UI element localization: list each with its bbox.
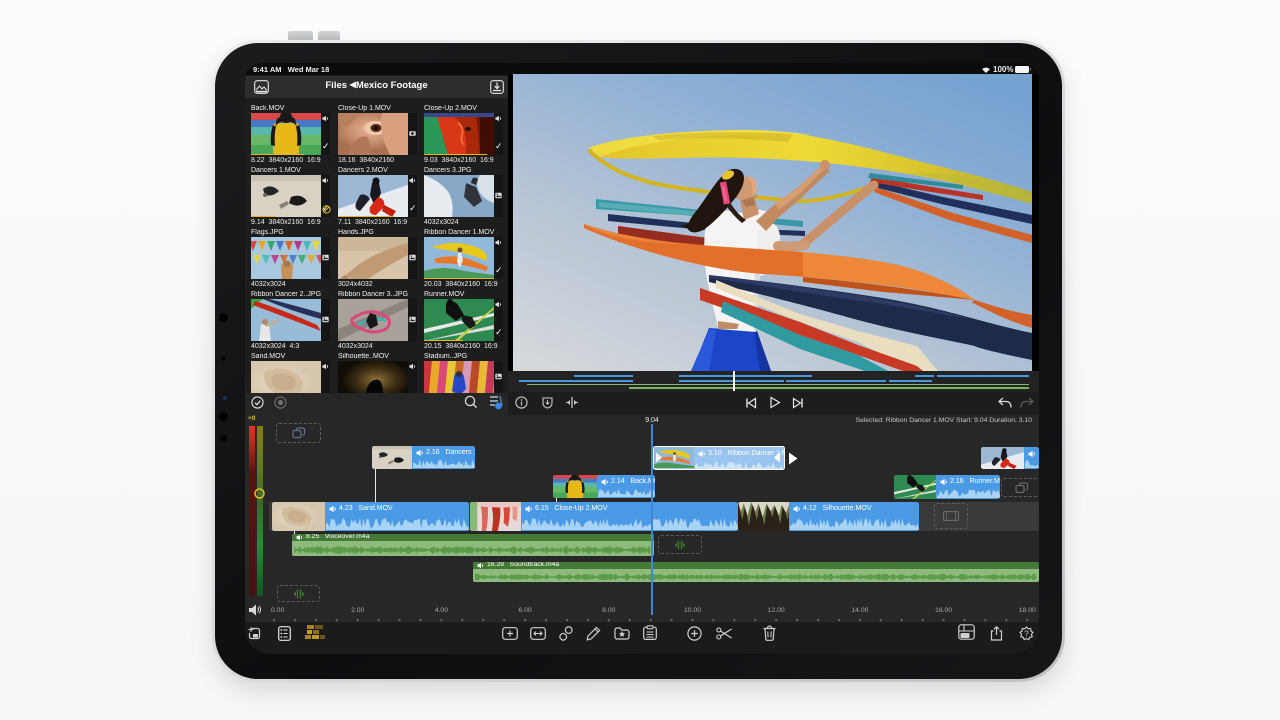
svg-text:?: ? [1024, 629, 1029, 638]
